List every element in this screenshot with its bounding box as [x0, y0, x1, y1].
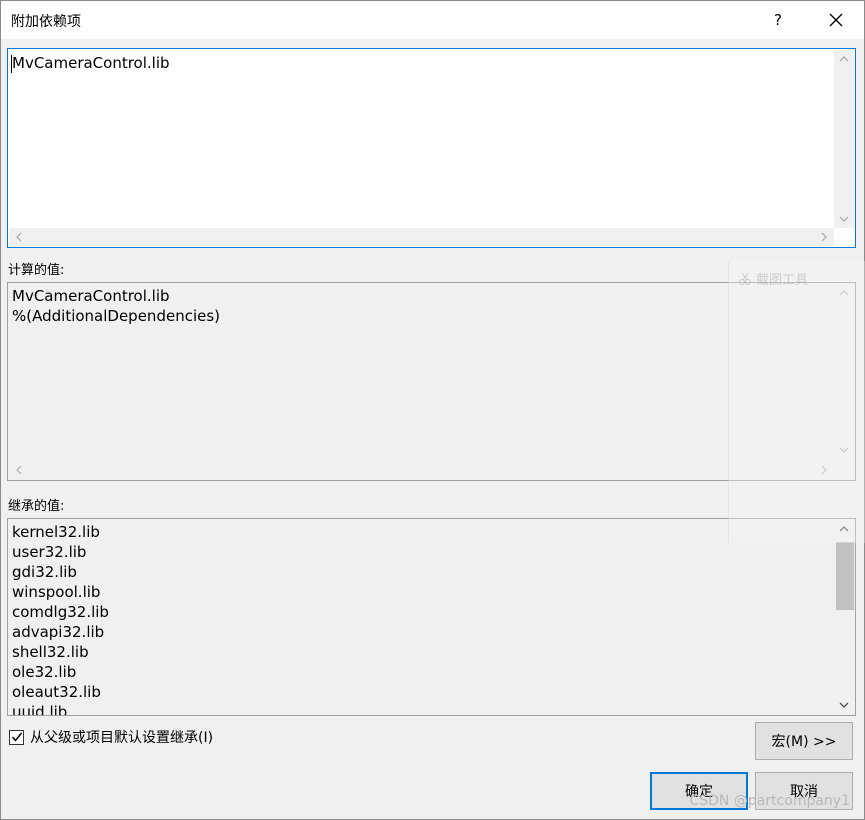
inherited-line: kernel32.lib — [12, 523, 100, 541]
screenshot-tool-label: 截图工具 — [756, 273, 809, 288]
inherit-checkbox-label[interactable]: 从父级或项目默认设置继承(I) — [30, 727, 213, 747]
inherited-line: uuid.lib — [12, 703, 68, 715]
inherited-value-content: kernel32.lib user32.lib gdi32.lib winspo… — [8, 522, 833, 715]
scissors-icon — [739, 272, 751, 285]
edit-vertical-scrollbar[interactable] — [834, 50, 854, 228]
scroll-down-arrow-icon[interactable] — [834, 696, 854, 714]
scroll-right-arrow-icon[interactable] — [814, 228, 834, 246]
inherited-scroll-thumb[interactable] — [836, 542, 854, 610]
inherited-value-label: 继承的值: — [8, 499, 65, 514]
scroll-up-arrow-icon[interactable] — [834, 50, 854, 68]
inherit-checkbox-row[interactable]: 从父级或项目默认设置继承(I) — [9, 727, 213, 747]
evaluated-line: %(AdditionalDependencies) — [12, 307, 221, 325]
inherited-line: advapi32.lib — [12, 623, 105, 641]
screenshot-tool-overlay-label: 截图工具 — [738, 269, 808, 288]
inherit-checkbox[interactable] — [9, 729, 24, 745]
inherited-line: comdlg32.lib — [12, 603, 109, 621]
scroll-down-arrow-icon[interactable] — [834, 210, 854, 228]
evaluated-value-label: 计算的值: — [8, 263, 65, 278]
additional-dependencies-dialog: 附加依赖项 ? MvCameraControl.lib 计算的值: MvCame… — [0, 0, 865, 820]
evaluated-horizontal-scrollbar[interactable] — [9, 461, 834, 479]
inherited-line: oleaut32.lib — [12, 683, 101, 701]
title-bar: 附加依赖项 ? — [1, 1, 864, 39]
macros-button[interactable]: 宏(M) >> — [755, 722, 853, 760]
scroll-left-arrow-icon[interactable] — [9, 461, 29, 479]
inherited-line: winspool.lib — [12, 583, 101, 601]
inherited-vertical-scrollbar[interactable] — [834, 520, 854, 714]
checkmark-icon — [11, 732, 22, 742]
dependencies-edit-box[interactable]: MvCameraControl.lib — [7, 48, 856, 248]
help-button[interactable]: ? — [763, 3, 793, 37]
dialog-title: 附加依赖项 — [11, 14, 81, 30]
watermark: CSDN @partcompany1 — [689, 793, 850, 809]
close-icon — [829, 13, 843, 27]
scroll-left-arrow-icon[interactable] — [9, 228, 29, 246]
inherited-value-box: kernel32.lib user32.lib gdi32.lib winspo… — [7, 518, 856, 716]
evaluated-value-content: MvCameraControl.lib %(AdditionalDependen… — [8, 286, 833, 480]
inherited-line: user32.lib — [12, 543, 87, 561]
inherited-line: ole32.lib — [12, 663, 77, 681]
inherited-line: shell32.lib — [12, 643, 89, 661]
screenshot-tool-overlay — [728, 261, 865, 543]
inherited-line: gdi32.lib — [12, 563, 77, 581]
close-button[interactable] — [819, 3, 853, 37]
evaluated-line: MvCameraControl.lib — [12, 287, 170, 305]
dependencies-edit-text[interactable]: MvCameraControl.lib — [11, 54, 170, 73]
edit-horizontal-scrollbar[interactable] — [9, 228, 834, 246]
